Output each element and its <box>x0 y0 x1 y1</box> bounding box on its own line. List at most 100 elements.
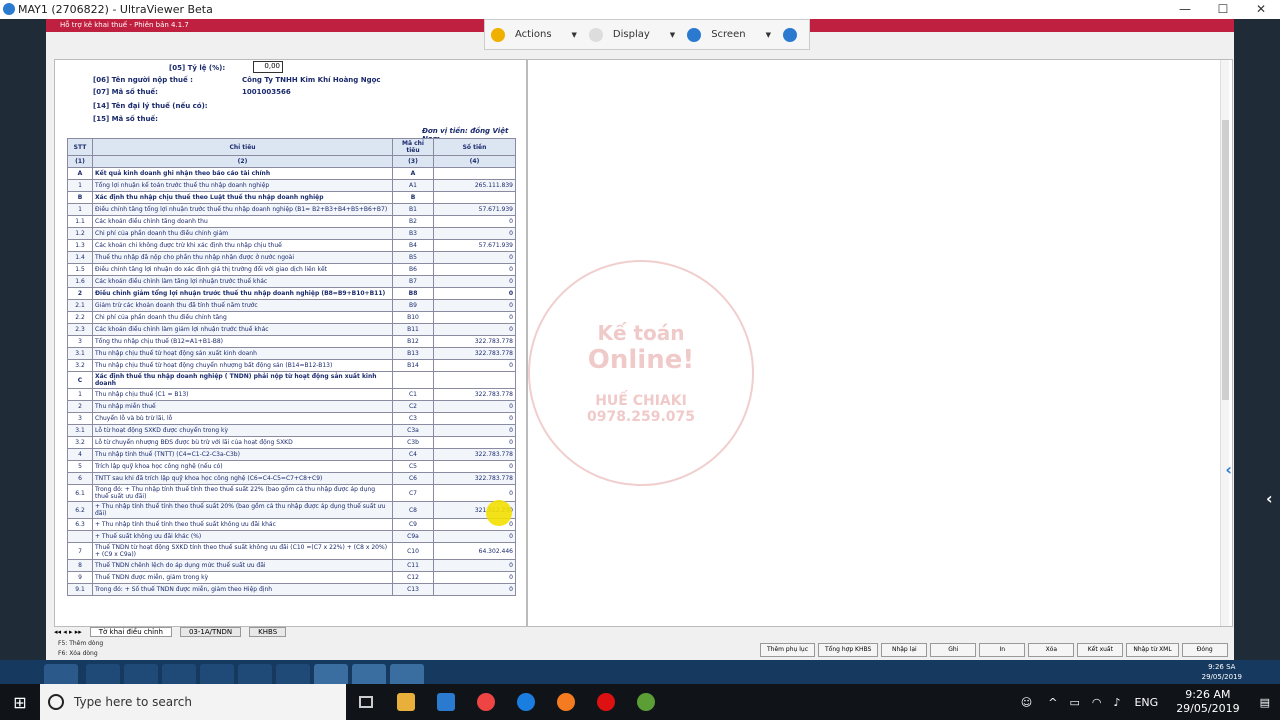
table-row[interactable]: 2.2 Chi phí của phần doanh thu điều chỉnh… <box>67 311 516 324</box>
row-amount[interactable]: 0 <box>433 400 516 413</box>
table-row[interactable]: 1.5 Điều chỉnh tăng lợi nhuận do xác định… <box>67 263 516 276</box>
tray-arrow-icon[interactable]: ^ <box>1042 696 1063 709</box>
language-indicator[interactable]: ENG <box>1126 696 1166 709</box>
taskbar-clock[interactable]: 9:26 AM 29/05/2019 <box>1166 688 1249 716</box>
table-row[interactable]: 9 Thuế TNDN được miễn, giảm trong kỳ C12 0 <box>67 571 516 584</box>
row-amount[interactable]: 0 <box>433 263 516 276</box>
row-amount[interactable]: 0 <box>433 275 516 288</box>
close-form-button[interactable]: Đóng <box>1181 643 1228 657</box>
table-row[interactable]: 3.2 Thu nhập chịu thuế từ hoạt động chuyể… <box>67 359 516 372</box>
row-amount[interactable]: 0 <box>433 460 516 473</box>
row-amount[interactable]: 0 <box>433 571 516 584</box>
chat-icon[interactable] <box>782 27 797 42</box>
table-row[interactable]: 1.6 Các khoản điều chỉnh làm tăng lợi nhu… <box>67 275 516 288</box>
table-row[interactable]: 1.4 Thuế thu nhập đã nộp cho phần thu nhậ… <box>67 251 516 264</box>
row-amount[interactable]: 57.671.939 <box>433 203 516 216</box>
battery-icon[interactable]: ▭ <box>1063 696 1085 709</box>
row-amount[interactable]: 322.783.778 <box>433 472 516 485</box>
file-explorer-icon[interactable] <box>386 684 426 720</box>
people-icon[interactable]: ☺ <box>1011 696 1042 709</box>
ultraviewer-taskbar-icon[interactable] <box>426 684 466 720</box>
row-amount[interactable]: 322.783.778 <box>433 388 516 401</box>
table-row[interactable]: 6.3 + Thu nhập tính thuế tính theo thuế s… <box>67 518 516 531</box>
row-amount[interactable]: 0 <box>433 215 516 228</box>
recorder-icon[interactable] <box>586 684 626 720</box>
row-amount[interactable]: 0 <box>433 287 516 300</box>
network-icon[interactable]: ◠ <box>1086 696 1108 709</box>
export-button[interactable]: Kết xuất <box>1077 643 1124 657</box>
table-row[interactable]: 3.1 Thu nhập chịu thuế từ hoạt động sản x… <box>67 347 516 360</box>
tab-nav-icon[interactable]: ◂◂ ◂ ▸ ▸▸ <box>54 628 82 636</box>
table-row[interactable]: 3.2 Lỗ từ chuyển nhượng BĐS được bù trừ v… <box>67 436 516 449</box>
firefox-icon[interactable] <box>546 684 586 720</box>
row-amount[interactable]: 0 <box>433 227 516 240</box>
minimize-button[interactable]: — <box>1166 0 1204 19</box>
maximize-button[interactable]: ☐ <box>1204 0 1242 19</box>
row-amount[interactable]: 64.302.446 <box>433 542 516 560</box>
table-row[interactable]: B Xác định thu nhập chịu thuế theo Luật t… <box>67 191 516 204</box>
row-amount[interactable] <box>433 167 516 180</box>
print-button[interactable]: In <box>979 643 1026 657</box>
table-row[interactable]: + Thuế suất không ưu đãi khác (%) C9a 0 <box>67 530 516 543</box>
table-row[interactable]: A Kết quả kinh doanh ghi nhận theo báo cá… <box>67 167 516 180</box>
tab-03-1a[interactable]: 03-1A/TNDN <box>179 627 242 637</box>
row-amount[interactable]: 265.111.839 <box>433 179 516 192</box>
table-row[interactable]: 8 Thuế TNDN chênh lệch do áp dụng mức thu… <box>67 559 516 572</box>
table-row[interactable]: 1 Điều chỉnh tăng tổng lợi nhuận trước th… <box>67 203 516 216</box>
close-button[interactable]: ✕ <box>1242 0 1280 19</box>
row-amount[interactable]: 0 <box>433 323 516 336</box>
row-amount[interactable]: 0 <box>433 530 516 543</box>
table-row[interactable]: 2 Điều chỉnh giảm tổng lợi nhuận trước th… <box>67 287 516 300</box>
row-amount[interactable]: 0 <box>433 299 516 312</box>
volume-icon[interactable]: ♪ <box>1107 696 1126 709</box>
row-amount[interactable]: 0 <box>433 583 516 596</box>
row-amount[interactable]: 322.783.778 <box>433 335 516 348</box>
table-row[interactable]: C Xác định thuế thu nhập doanh nghiệp ( T… <box>67 371 516 389</box>
save-button[interactable]: Ghi <box>930 643 977 657</box>
coccoc-icon[interactable] <box>626 684 666 720</box>
row-amount[interactable] <box>433 371 516 389</box>
row-amount[interactable]: 0 <box>433 359 516 372</box>
row-amount[interactable]: 322.783.778 <box>433 347 516 360</box>
uv-side-panel-icon[interactable]: ‹ <box>1266 489 1273 508</box>
reset-button[interactable]: Nhập lại <box>881 643 928 657</box>
table-row[interactable]: 2 Thu nhập miễn thuế C2 0 <box>67 400 516 413</box>
tab-khbs[interactable]: KHBS <box>249 627 287 637</box>
actions-button[interactable]: Actions ▼ <box>485 20 583 49</box>
screen-button[interactable]: Screen ▼ <box>681 20 777 49</box>
table-row[interactable]: 7 Thuế TNDN từ hoạt động SXKD tính theo t… <box>67 542 516 560</box>
table-row[interactable]: 3.1 Lỗ từ hoạt động SXKD được chuyển tron… <box>67 424 516 437</box>
add-appendix-button[interactable]: Thêm phụ lục <box>760 643 816 657</box>
table-row[interactable]: 9.1 Trong đó: + Số thuế TNDN được miễn, g… <box>67 583 516 596</box>
display-button[interactable]: Display ▼ <box>583 20 681 49</box>
table-row[interactable]: 2.1 Giảm trừ các khoản doanh thu đã tính … <box>67 299 516 312</box>
rate-input[interactable]: 0,00 <box>253 61 283 73</box>
row-amount[interactable]: 0 <box>433 559 516 572</box>
table-row[interactable]: 6.2 + Thu nhập tính thuế tính theo thuế s… <box>67 501 516 519</box>
zalo-icon[interactable] <box>506 684 546 720</box>
notification-icon[interactable]: ▤ <box>1250 696 1280 709</box>
search-box[interactable]: Type here to search <box>40 684 346 720</box>
tab-adjustment[interactable]: Tờ khai điều chỉnh <box>89 627 172 637</box>
import-xml-button[interactable]: Nhập từ XML <box>1126 643 1179 657</box>
windows-start-icon[interactable]: ⊞ <box>0 684 40 720</box>
row-amount[interactable]: 322.783.778 <box>433 448 516 461</box>
row-amount[interactable]: 0 <box>433 412 516 425</box>
table-row[interactable]: 6.1 Trong đó: + Thu nhập tính thuế tính t… <box>67 484 516 502</box>
row-amount[interactable]: 0 <box>433 484 516 502</box>
row-amount[interactable]: 0 <box>433 251 516 264</box>
table-row[interactable]: 1 Tổng lợi nhuận kế toán trước thuế thu n… <box>67 179 516 192</box>
delete-button[interactable]: Xóa <box>1028 643 1075 657</box>
row-amount[interactable]: 0 <box>433 311 516 324</box>
collapse-panel-icon[interactable]: ‹ <box>1225 460 1232 479</box>
table-row[interactable]: 1 Thu nhập chịu thuế (C1 = B13) C1 322.783.… <box>67 388 516 401</box>
table-row[interactable]: 3 Chuyển lỗ và bù trừ lãi, lỗ C3 0 <box>67 412 516 425</box>
table-row[interactable]: 1.1 Các khoản điều chỉnh tăng doanh thu B2… <box>67 215 516 228</box>
vertical-scrollbar[interactable] <box>1220 60 1229 626</box>
table-row[interactable]: 1.2 Chi phí của phần doanh thu điều chỉnh… <box>67 227 516 240</box>
table-row[interactable]: 2.3 Các khoản điều chỉnh làm giảm lợi nhu… <box>67 323 516 336</box>
khbs-summary-button[interactable]: Tổng hợp KHBS <box>818 643 879 657</box>
row-amount[interactable]: 0 <box>433 436 516 449</box>
chrome-icon[interactable] <box>466 684 506 720</box>
table-row[interactable]: 4 Thu nhập tính thuế (TNTT) (C4=C1-C2-C3a… <box>67 448 516 461</box>
